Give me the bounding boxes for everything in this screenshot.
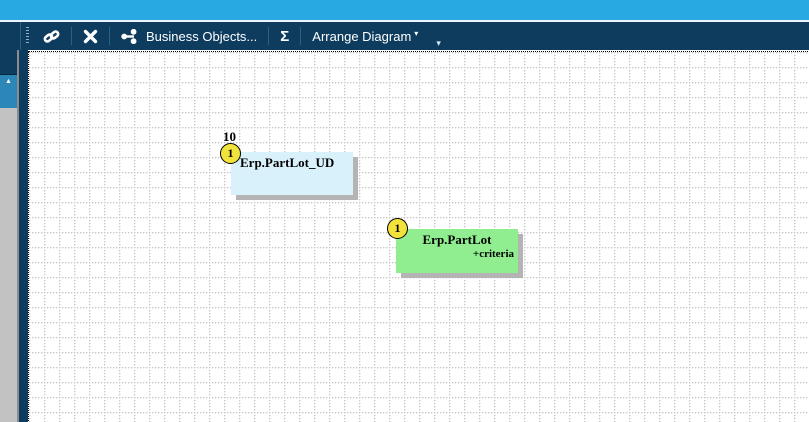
business-objects-label: Business Objects... xyxy=(146,28,258,44)
toolbar-separator xyxy=(71,27,72,45)
left-rail-top-segment xyxy=(0,50,17,75)
badge-number: 1 xyxy=(227,146,234,160)
toolbar-overflow-button[interactable]: ▾ xyxy=(436,39,441,48)
collapse-arrow-icon: ▲ xyxy=(5,78,12,85)
business-objects-icon xyxy=(121,28,138,44)
sigma-button[interactable]: Σ xyxy=(272,24,297,48)
node-erp-partlot[interactable]: Erp.PartLot +criteria xyxy=(396,229,518,273)
node-count-label: 10 xyxy=(223,129,236,144)
node-badge: 1 xyxy=(387,218,408,239)
node-title: Erp.PartLot xyxy=(422,232,492,247)
node-title: Erp.PartLot_UD xyxy=(240,155,335,170)
link-button[interactable] xyxy=(35,24,68,48)
arrange-diagram-label: Arrange Diagram xyxy=(312,28,412,44)
diagram-editor-window: Business Objects... Σ Arrange Diagram ▾ … xyxy=(0,0,809,422)
arrange-diagram-button[interactable]: Arrange Diagram ▾ xyxy=(304,24,426,48)
panel-collapse-button[interactable]: ▲ xyxy=(0,75,17,108)
canvas-left-gutter xyxy=(19,50,28,422)
badge-number: 1 xyxy=(394,221,401,235)
diagram-toolbar: Business Objects... Σ Arrange Diagram ▾ … xyxy=(0,22,809,50)
diagram-canvas[interactable]: Erp.PartLot_UD 1 10 Erp.PartLot +criteri… xyxy=(28,51,809,422)
toolbar-left-pad xyxy=(0,22,21,50)
link-icon xyxy=(43,28,60,45)
toolbar-separator xyxy=(268,27,270,45)
title-bar xyxy=(0,0,809,20)
close-icon xyxy=(83,29,98,44)
node-erp-partlot-ud[interactable]: Erp.PartLot_UD xyxy=(231,152,353,195)
toolbar-separator xyxy=(109,27,110,45)
toolbar-separator xyxy=(300,27,302,45)
chevron-down-icon: ▾ xyxy=(414,28,419,38)
delete-button[interactable] xyxy=(75,24,106,48)
node-criteria-label: +criteria xyxy=(472,248,514,260)
left-panel-rail: ▲ xyxy=(0,50,19,422)
node-badge: 1 xyxy=(220,143,241,164)
sigma-icon: Σ xyxy=(280,27,290,45)
business-objects-button[interactable]: Business Objects... xyxy=(113,24,265,48)
toolbar-drag-grip[interactable] xyxy=(26,27,29,45)
overflow-chevron-icon: ▾ xyxy=(436,38,441,48)
